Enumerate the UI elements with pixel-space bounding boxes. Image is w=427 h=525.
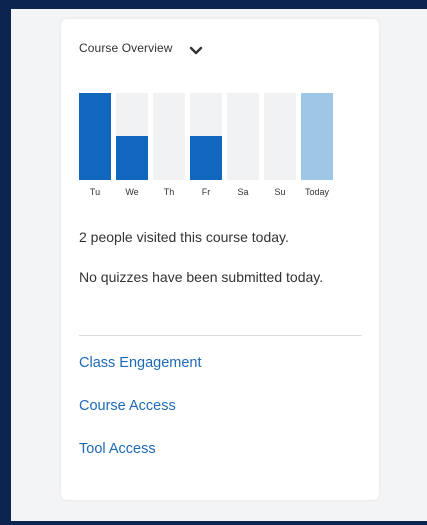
widget-title: Course Overview <box>79 41 173 55</box>
bar-slot-tu[interactable] <box>79 93 111 180</box>
course-access-link[interactable]: Course Access <box>79 398 176 414</box>
tick-label-su: Su <box>274 187 286 197</box>
bar-slot-sa[interactable] <box>227 93 259 180</box>
window-frame-top <box>0 0 427 9</box>
bar-slot-we[interactable] <box>116 93 148 180</box>
bar-fr <box>190 136 222 180</box>
bar-slot-su[interactable] <box>264 93 296 180</box>
tick-label-sa: Sa <box>237 187 249 197</box>
divider <box>79 335 362 336</box>
window-frame-bottom <box>0 521 427 525</box>
tick-label-fr: Fr <box>201 187 211 197</box>
bar-tu <box>79 93 111 180</box>
class-engagement-link[interactable]: Class Engagement <box>79 355 202 371</box>
widget-header-toggle[interactable]: Course Overview <box>79 41 203 55</box>
tick-label-we: We <box>125 187 139 197</box>
window-frame-left <box>0 0 11 525</box>
chevron-down-icon[interactable] <box>189 43 203 55</box>
activity-bar-chart: Tu We Th Fr Sa Su Today <box>79 93 339 197</box>
course-overview-widget: Course Overview Tu We Th Fr Sa Su Today 2 peop… <box>61 19 379 500</box>
bar-slot-today[interactable] <box>301 93 333 180</box>
bar-we <box>116 136 148 180</box>
tick-label-th: Th <box>163 187 175 197</box>
tool-access-link[interactable]: Tool Access <box>79 441 156 457</box>
bar-slot-fr[interactable] <box>190 93 222 180</box>
quizzes-stat-text: No quizzes have been submitted today. <box>79 269 324 285</box>
tick-label-today: Today <box>304 187 330 197</box>
visits-stat-text: 2 people visited this course today. <box>79 229 289 245</box>
tick-label-tu: Tu <box>89 187 101 197</box>
bar-slot-th[interactable] <box>153 93 185 180</box>
bar-today <box>301 93 333 180</box>
